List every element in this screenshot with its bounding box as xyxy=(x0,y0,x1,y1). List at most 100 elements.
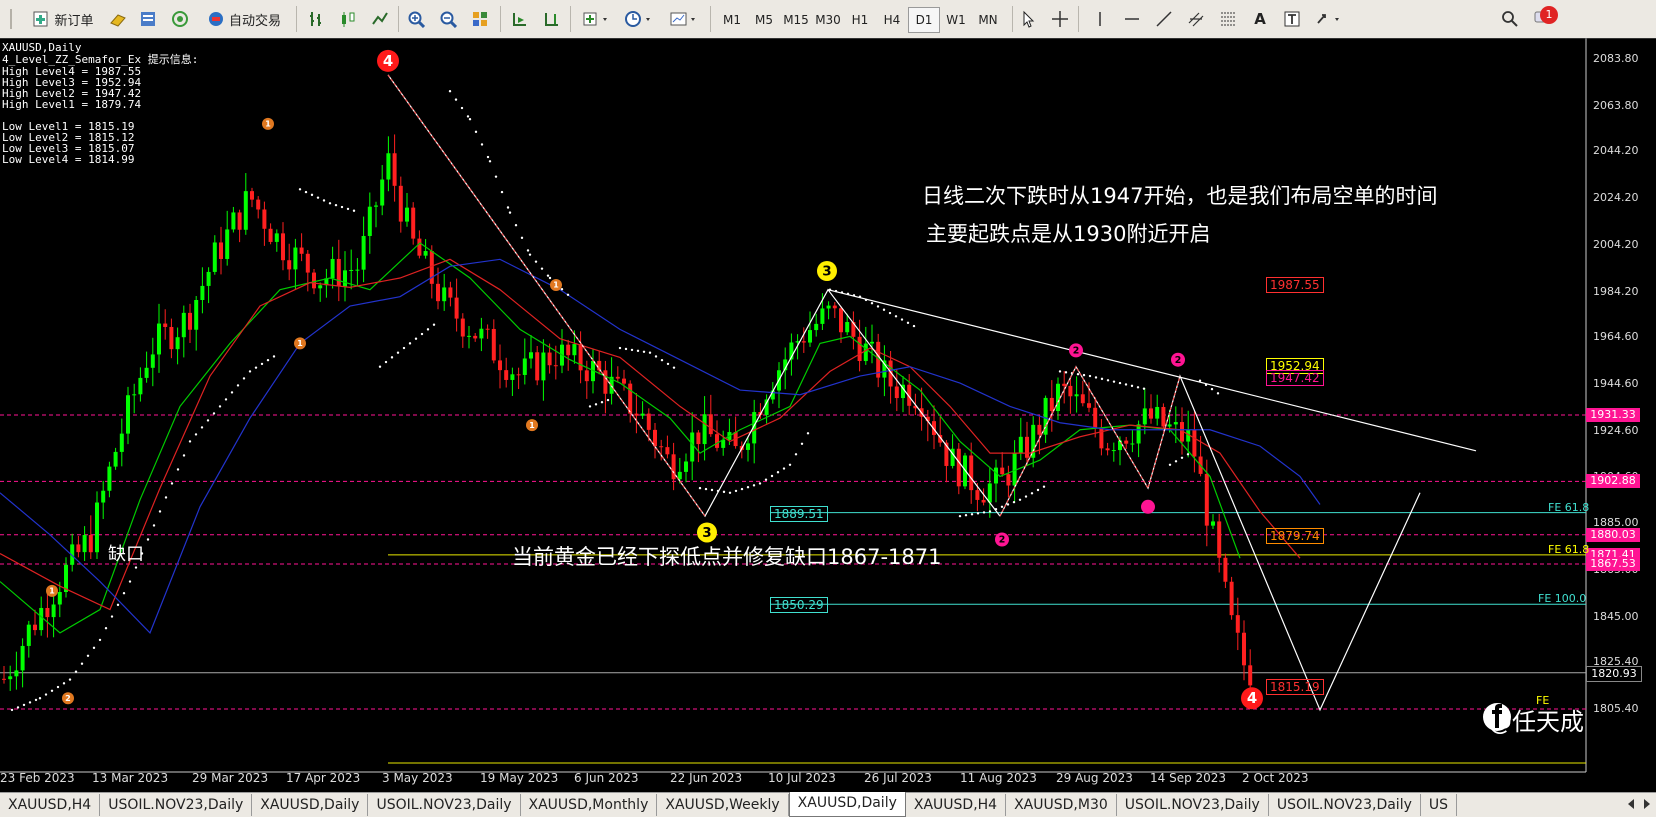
sar-dot xyxy=(894,315,898,318)
timeframe-h1[interactable]: H1 xyxy=(844,7,876,33)
sar-dot xyxy=(1094,376,1098,379)
date-tick: 10 Jul 2023 xyxy=(768,771,836,785)
candle-body xyxy=(237,212,242,230)
candle-body xyxy=(411,207,416,239)
crosshair-icon[interactable] xyxy=(1048,6,1072,32)
search-icon[interactable] xyxy=(1498,6,1522,32)
cursor-icon[interactable] xyxy=(1016,6,1040,32)
chart-tab[interactable]: XAUUSD,M30 xyxy=(1006,794,1117,816)
signals-icon[interactable] xyxy=(168,6,192,32)
date-tick: 2 Oct 2023 xyxy=(1242,771,1309,785)
candle-body xyxy=(467,335,471,337)
timeframe-m15[interactable]: M15 xyxy=(780,7,812,33)
vertical-line-icon[interactable] xyxy=(1088,6,1112,32)
sar-dot xyxy=(988,510,992,513)
chart-tab[interactable]: USOIL.NOV23,Daily xyxy=(368,794,521,816)
sar-dot xyxy=(146,538,150,541)
candle-body xyxy=(113,451,118,467)
periods-clock-dropdown[interactable] xyxy=(620,6,658,32)
candle-body xyxy=(299,247,304,254)
timeframe-h4[interactable]: H4 xyxy=(876,7,908,33)
candle-body xyxy=(684,461,688,472)
candle-body xyxy=(256,199,261,210)
timeframe-d1[interactable]: D1 xyxy=(908,7,940,33)
level-box: 1815.19 xyxy=(1266,679,1324,696)
candle-body xyxy=(640,413,645,416)
channel-icon[interactable] xyxy=(1184,6,1208,32)
timeframe-m30[interactable]: M30 xyxy=(812,7,844,33)
sar-dot xyxy=(80,662,84,665)
level-box: 1889.51 xyxy=(770,505,828,522)
timeframe-m5[interactable]: M5 xyxy=(748,7,780,33)
templates-dropdown[interactable] xyxy=(664,6,704,32)
sar-dot xyxy=(1012,500,1016,504)
semafor-marker: 1 xyxy=(262,117,274,130)
sar-dot xyxy=(56,685,60,689)
toolbar-separator xyxy=(1012,6,1013,32)
sar-dot xyxy=(642,350,646,353)
chart-tab[interactable]: USOIL.NOV23,Daily xyxy=(100,794,253,816)
sar-dot xyxy=(260,362,264,366)
timeframe-mn[interactable]: MN xyxy=(972,7,1004,33)
candle-body xyxy=(138,377,143,395)
candle-body xyxy=(659,446,664,448)
candle-body xyxy=(708,414,713,435)
semafor-marker: 4 xyxy=(377,49,399,72)
market-watch-icon[interactable] xyxy=(136,6,160,32)
line-chart-icon[interactable] xyxy=(368,6,392,32)
candle-body xyxy=(1223,557,1228,582)
price-level-label: 1902.88 xyxy=(1586,474,1640,489)
chart-tab[interactable]: XAUUSD,Daily xyxy=(252,794,369,816)
horizontal-line-icon[interactable] xyxy=(1120,6,1144,32)
autoscroll-icon[interactable] xyxy=(508,6,532,32)
chart-shift-icon[interactable] xyxy=(540,6,564,32)
notifications-button[interactable]: 1 xyxy=(1526,6,1562,32)
sar-dot xyxy=(958,514,962,518)
fibonacci-icon[interactable] xyxy=(1216,6,1240,32)
bar-chart-icon[interactable] xyxy=(304,6,328,32)
sar-dot xyxy=(242,377,246,380)
svg-text:3: 3 xyxy=(702,525,711,541)
semafor-marker: 3 xyxy=(697,522,717,543)
sar-dot xyxy=(976,512,980,515)
chart-tab[interactable]: XAUUSD,Weekly xyxy=(657,794,789,816)
chart-tab[interactable]: XAUUSD,Monthly xyxy=(521,794,658,816)
sar-dot xyxy=(500,190,504,194)
auto-trading-button[interactable]: 自动交易 xyxy=(200,6,288,32)
tile-windows-icon[interactable] xyxy=(468,6,492,32)
price-chart[interactable]: 4334222111112 XAUUSD,Daily 4_Level_ZZ_Se… xyxy=(0,38,1656,792)
chart-tab[interactable]: USOIL.NOV23,Daily xyxy=(1269,794,1421,816)
chart-tab[interactable]: US xyxy=(1421,794,1458,816)
sar-dot xyxy=(266,358,270,362)
chart-tab[interactable]: XAUUSD,Daily xyxy=(788,792,906,817)
level-box: 1850.29 xyxy=(770,597,828,614)
chart-tab[interactable]: XAUUSD,H4 xyxy=(906,794,1007,816)
svg-text:2: 2 xyxy=(65,693,71,703)
candle-body xyxy=(801,341,806,343)
sar-dot xyxy=(1082,373,1086,377)
candlestick-icon[interactable] xyxy=(336,6,360,32)
chart-tab[interactable]: XAUUSD,H4 xyxy=(0,794,101,816)
candle-body xyxy=(1204,473,1209,526)
gold-bars-icon[interactable] xyxy=(106,6,130,32)
tab-scroll-right-icon[interactable] xyxy=(1642,796,1652,815)
sar-dot xyxy=(408,342,412,345)
indicators-dropdown[interactable] xyxy=(578,6,614,32)
zoom-in-icon[interactable] xyxy=(404,6,428,32)
candle-body xyxy=(1018,436,1023,454)
text-icon[interactable]: A xyxy=(1248,6,1272,32)
text-label-icon[interactable] xyxy=(1280,6,1304,32)
sar-dot xyxy=(648,351,652,354)
new-order-button[interactable]: 新订单 xyxy=(28,6,98,32)
annotation-second-decline: 日线二次下跌时从1947开始，也是我们布局空单的时间 xyxy=(922,184,1438,208)
candle-body xyxy=(45,607,50,618)
chart-tab[interactable]: USOIL.NOV23,Daily xyxy=(1117,794,1269,816)
trendline-icon[interactable] xyxy=(1152,6,1176,32)
sar-dot xyxy=(298,188,302,191)
tab-scroll-left-icon[interactable] xyxy=(1626,796,1636,815)
arrows-dropdown[interactable] xyxy=(1312,6,1346,32)
timeframe-m1[interactable]: M1 xyxy=(716,7,748,33)
zoom-out-icon[interactable] xyxy=(436,6,460,32)
timeframe-w1[interactable]: W1 xyxy=(940,7,972,33)
candle-body xyxy=(956,448,961,487)
